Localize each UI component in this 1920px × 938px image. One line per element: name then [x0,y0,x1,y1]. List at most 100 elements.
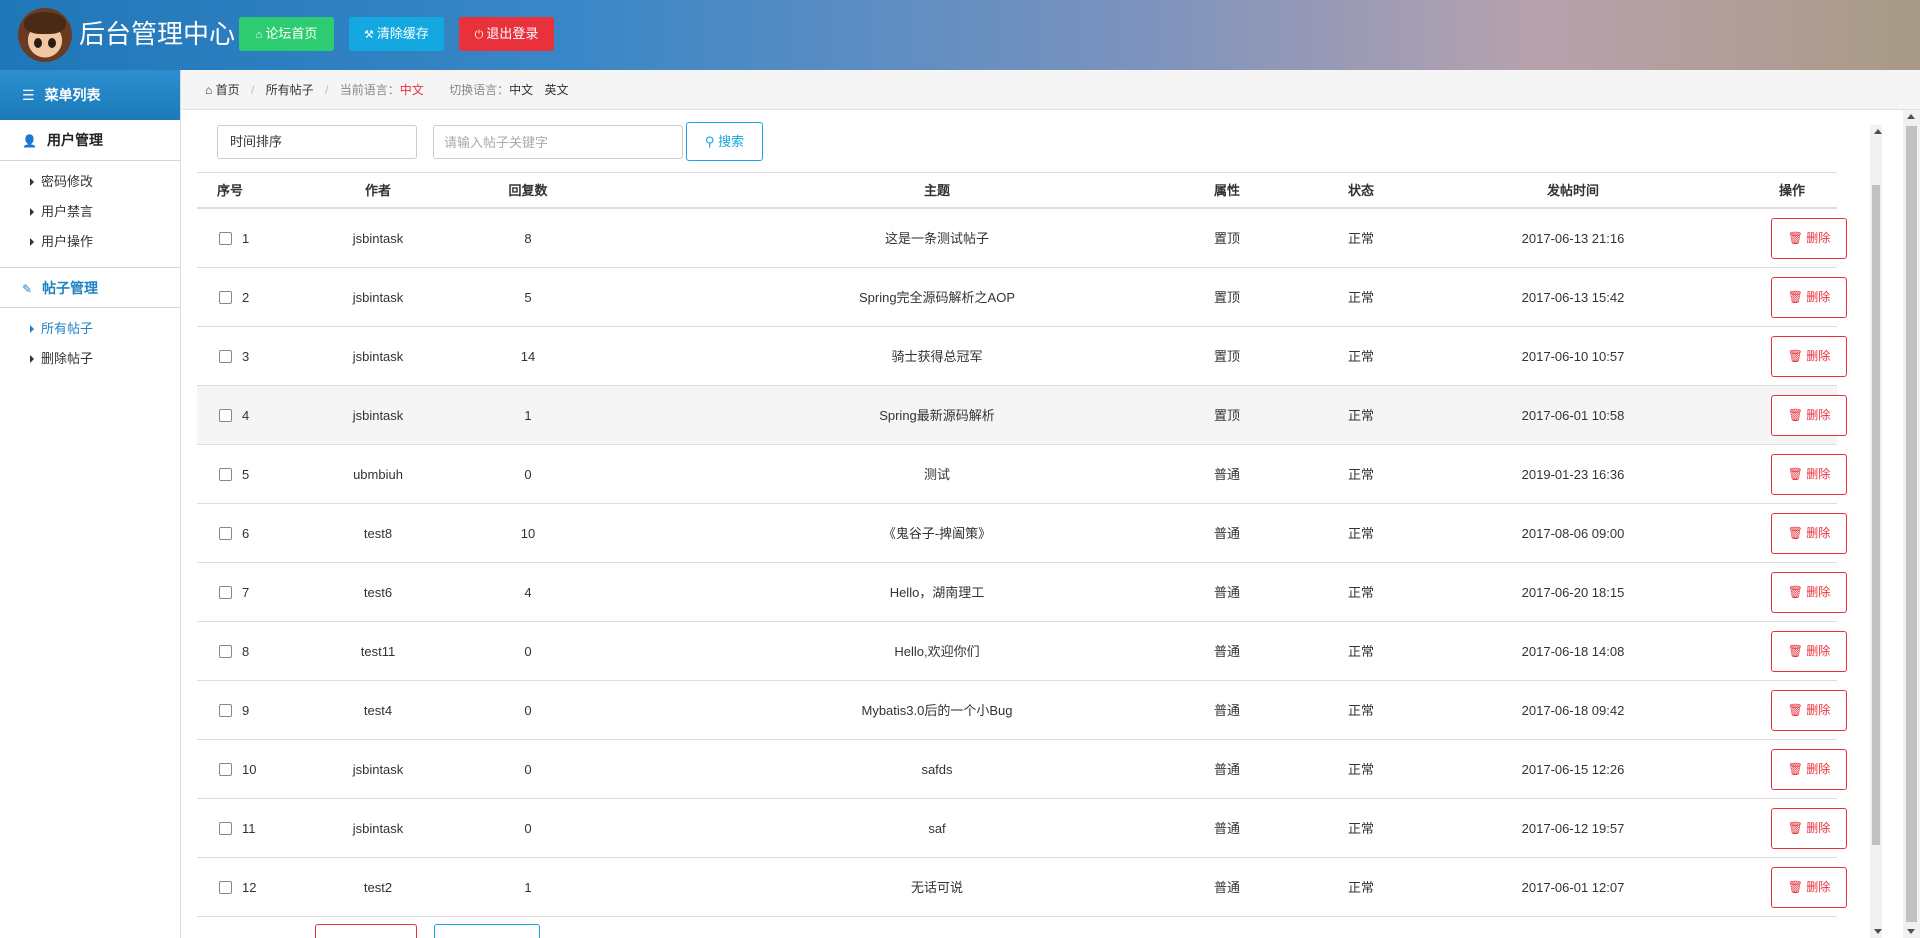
trash-icon: 🗑 [1787,290,1803,304]
trash-icon: 🗑 [1787,231,1803,245]
row-checkbox[interactable] [219,350,232,363]
delete-button[interactable]: 🗑 删除 [1771,513,1847,554]
sidebar-item-mute[interactable]: 用户禁言 [0,197,180,227]
row-checkbox[interactable] [219,704,232,717]
cell-author: jsbintask [352,349,404,364]
cell-author: test11 [360,644,396,659]
avatar [18,8,72,62]
row-checkbox[interactable] [219,763,232,776]
delete-label: 删除 [1806,526,1831,540]
cell-topic: 这是一条测试帖子 [884,231,989,246]
delete-button[interactable]: 🗑 删除 [1771,808,1847,849]
col-header-actions: 操作 [1778,183,1805,198]
row-checkbox[interactable] [219,468,232,481]
sidebar-item-all-posts[interactable]: 所有帖子 [0,314,180,344]
top-header: 后台管理中心 ⌂ 论坛首页 ⚒ 清除缓存 ⏻ 退出登录 [0,0,1920,70]
cell-topic: Spring最新源码解析 [879,408,995,423]
switch-english-link[interactable]: 英文 [544,83,568,97]
delete-button[interactable]: 🗑 删除 [1771,572,1847,613]
row-checkbox[interactable] [219,232,232,245]
row-checkbox[interactable] [219,881,232,894]
clear-cache-label: 清除缓存 [376,26,429,41]
delete-label: 删除 [1806,349,1831,363]
cell-replies: 5 [524,290,532,305]
cell-status: 正常 [1347,880,1374,895]
main-content: 时间排序 ⚲ 搜索 序号 作者 回复数 主题 属性 状态 发帖时间 操作 1 js… [181,110,1870,938]
batch-top-button[interactable] [434,924,540,938]
forum-home-button[interactable]: ⌂ 论坛首页 [239,17,334,51]
delete-button[interactable]: 🗑 删除 [1771,867,1847,908]
cell-topic: Hello,欢迎你们 [894,644,980,659]
sidebar-item-label: 所有帖子 [41,321,94,336]
trash-icon: 🗑 [1787,880,1803,894]
row-checkbox[interactable] [219,586,232,599]
trash-icon: 🗑 [1787,762,1803,776]
sort-select[interactable]: 时间排序 [217,125,417,159]
table-row: 10 jsbintask 0 safds 普通 正常 2017-06-15 12:26 🗑 删… [197,740,1847,799]
row-checkbox[interactable] [219,409,232,422]
cell-attribute: 普通 [1213,467,1240,482]
sidebar-item-label: 用户操作 [41,234,94,249]
table-row: 9 test4 0 Mybatis3.0后的一个小Bug 普通 正常 2017-06-18 … [197,681,1847,740]
logout-button[interactable]: ⏻ 退出登录 [459,17,554,51]
batch-delete-button[interactable] [315,924,417,938]
delete-button[interactable]: 🗑 删除 [1771,690,1847,731]
table-row: 2 jsbintask 5 Spring完全源码解析之AOP 置顶 正常 2017-06-1… [197,268,1847,327]
row-checkbox[interactable] [219,822,232,835]
sidebar-item-deleted-posts[interactable]: 删除帖子 [0,344,180,374]
trash-icon: 🗑 [1787,703,1803,717]
caret-right-icon [30,178,34,186]
delete-button[interactable]: 🗑 删除 [1771,454,1847,495]
switch-chinese-link[interactable]: 中文 [509,83,533,97]
scroll-up-arrow-icon[interactable] [1874,129,1882,134]
cell-status: 正常 [1347,467,1374,482]
cell-post-time: 2017-06-13 21:16 [1521,231,1625,246]
delete-button[interactable]: 🗑 删除 [1771,277,1847,318]
cell-status: 正常 [1347,408,1374,423]
delete-button[interactable]: 🗑 删除 [1771,631,1847,672]
sidebar-group-user[interactable]: 👤 用户管理 [0,120,180,161]
trash-icon: 🗑 [1787,467,1803,481]
cell-topic: Hello，湖南理工 [889,585,985,600]
delete-button[interactable]: 🗑 删除 [1771,336,1847,377]
cell-author: jsbintask [352,290,404,305]
search-button[interactable]: ⚲ 搜索 [686,122,763,161]
clear-cache-button[interactable]: ⚒ 清除缓存 [349,17,444,51]
scrollbar-thumb[interactable] [1906,126,1917,922]
cell-post-time: 2017-06-15 12:26 [1521,762,1625,777]
delete-button[interactable]: 🗑 删除 [1771,749,1847,790]
current-language-value: 中文 [399,83,424,97]
sidebar-group-posts[interactable]: ✎ 帖子管理 [0,267,180,308]
row-checkbox[interactable] [219,645,232,658]
cell-index: 11 [242,821,256,836]
sidebar-item-label: 用户禁言 [41,204,94,219]
cell-index: 1 [242,231,250,246]
content-scrollbar[interactable] [1870,125,1882,938]
cell-replies: 1 [524,408,532,423]
list-icon: ☰ [22,87,35,103]
row-checkbox[interactable] [219,291,232,304]
cell-topic: 骑士获得总冠军 [891,349,983,364]
cell-author: jsbintask [352,408,404,423]
caret-right-icon [30,325,34,333]
cell-post-time: 2019-01-23 16:36 [1521,467,1625,482]
page-scrollbar[interactable] [1903,110,1920,938]
search-input[interactable] [433,125,683,159]
row-checkbox[interactable] [219,527,232,540]
cell-author: test2 [363,880,393,895]
cell-replies: 14 [520,349,536,364]
scroll-down-arrow-icon[interactable] [1907,929,1915,934]
delete-label: 删除 [1806,762,1831,776]
sidebar-item-user-ops[interactable]: 用户操作 [0,227,180,257]
cell-author: test6 [363,585,393,600]
cell-status: 正常 [1347,526,1374,541]
trash-icon: 🗑 [1787,408,1803,422]
scroll-down-arrow-icon[interactable] [1874,929,1882,934]
delete-button[interactable]: 🗑 删除 [1771,395,1847,436]
delete-button[interactable]: 🗑 删除 [1771,218,1847,259]
col-header-author: 作者 [364,183,391,198]
scroll-up-arrow-icon[interactable] [1907,114,1915,119]
sidebar-item-password[interactable]: 密码修改 [0,167,180,197]
breadcrumb-home[interactable]: 首页 [216,83,240,97]
scrollbar-thumb[interactable] [1872,185,1880,845]
